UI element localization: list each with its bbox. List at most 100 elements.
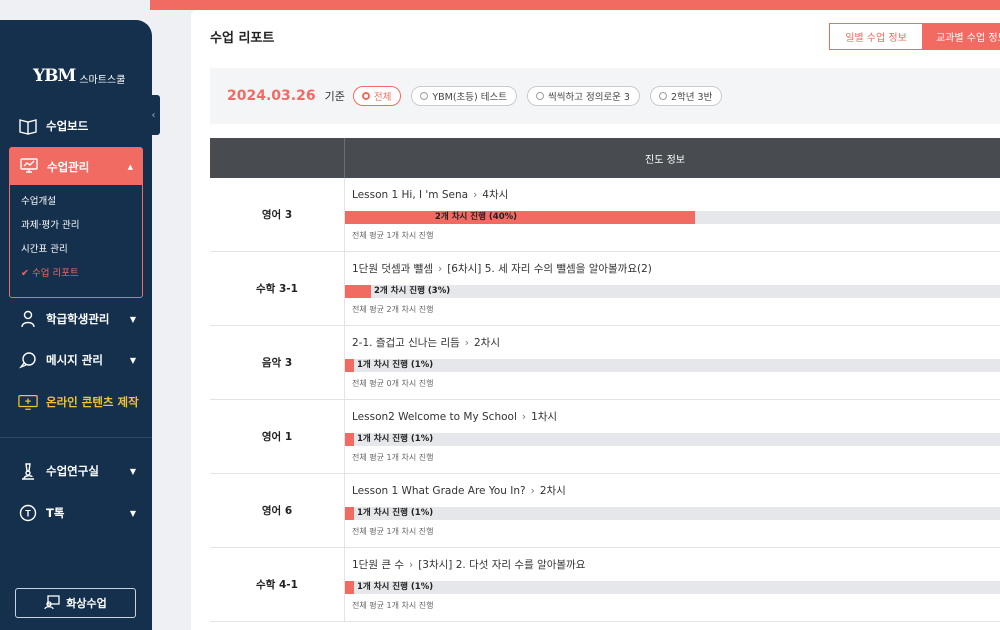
filter-chip-class[interactable]: 씩씩하고 정의로운 3 <box>526 86 640 106</box>
sidebar-item-label: 수업보드 <box>46 119 89 133</box>
progress-bar-fill <box>345 285 371 298</box>
radio-icon <box>658 92 667 100</box>
submenu-item-class-report[interactable]: ✔ 수업 리포트 <box>21 266 142 290</box>
basis-label: 기준 <box>324 90 345 103</box>
header-cell-progress: 진도 정보 <box>645 154 685 166</box>
progress-bar-fill <box>345 507 354 520</box>
check-icon: ✔ <box>21 268 32 279</box>
message-icon <box>18 350 38 370</box>
chevron-left-icon: ‹ <box>151 109 156 121</box>
table-row: 음악 3 2-1. 즐겁고 신나는 리듬 › 2차시 1개 차시 진행 (1%) 전… <box>210 326 1000 400</box>
average-text: 전체 평균 1개 차시 진행 <box>352 231 434 240</box>
logo[interactable]: YBM 스마트스쿨 <box>33 66 125 86</box>
progress-cell: 1단원 덧셈과 뺄셈 › [6차시] 5. 세 자리 수의 뺄셈을 알아볼까요(2)… <box>345 252 1000 325</box>
lesson-session: 2차시 <box>539 485 566 497</box>
chevron-right-icon: › <box>409 559 414 571</box>
lesson-session: 2차시 <box>473 337 500 349</box>
video-class-icon <box>44 594 60 612</box>
lesson-path: Lesson2 Welcome to My School › 1차시 <box>352 409 557 424</box>
subject-cell: 영어 1 <box>210 400 345 473</box>
sidebar-item-class-management[interactable]: 수업관리 ▲ <box>10 148 142 185</box>
progress-bar-fill <box>345 211 695 224</box>
progress-table: 진도 정보 영어 3 Lesson 1 Hi, I 'm Sena › 4차시 2개… <box>210 138 1000 622</box>
chevron-right-icon: › <box>473 189 478 201</box>
progress-label: 1개 차시 진행 (1%) <box>357 434 434 444</box>
svg-text:T: T <box>25 509 31 519</box>
progress-cell: 2-1. 즐겁고 신나는 리듬 › 2차시 1개 차시 진행 (1%) 전체 평균 … <box>345 326 1000 399</box>
progress-label: 2개 차시 진행 (40%) <box>435 212 518 222</box>
table-row: 수학 4-1 1단원 큰 수 › [3차시] 2. 다섯 자리 수를 알아볼까요 1… <box>210 548 1000 622</box>
lesson-title: 2-1. 즐겁고 신나는 리듬 <box>352 337 460 349</box>
sidebar-item-t-talk[interactable]: T T톡 ▼ <box>18 503 136 523</box>
filter-chip-class[interactable]: 2학년 3반 <box>649 86 723 106</box>
progress-label: 1개 차시 진행 (1%) <box>357 360 434 370</box>
filter-bar: 2024.03.26 기준 전체 YBM(초등) 테스트 씩씩하고 정의로운 3… <box>210 68 1000 124</box>
book-icon <box>18 116 38 136</box>
average-text: 전체 평균 2개 차시 진행 <box>352 305 434 314</box>
submenu-item-timetable[interactable]: 시간표 관리 <box>21 242 142 266</box>
progress-bar: 2개 차시 진행 (40%) <box>345 211 1000 224</box>
caret-down-icon: ▼ <box>129 508 136 518</box>
lesson-session: [6차시] 5. 세 자리 수의 뺄셈을 알아볼까요(2) <box>447 263 652 275</box>
chevron-right-icon: › <box>530 485 535 497</box>
lesson-path: 1단원 큰 수 › [3차시] 2. 다섯 자리 수를 알아볼까요 <box>352 557 585 572</box>
chevron-right-icon: › <box>464 337 469 349</box>
progress-cell: 1단원 큰 수 › [3차시] 2. 다섯 자리 수를 알아볼까요 1개 차시 진행… <box>345 548 1000 621</box>
logo-mark: YBM <box>33 66 76 86</box>
chip-label: 2학년 3반 <box>670 92 713 103</box>
average-text: 전체 평균 1개 차시 진행 <box>352 453 434 462</box>
page-title: 수업 리포트 <box>210 31 275 46</box>
table-row: 영어 1 Lesson2 Welcome to My School › 1차시 1개… <box>210 400 1000 474</box>
progress-bar-fill <box>345 581 354 594</box>
sidebar: YBM 스마트스쿨 수업보드 수업관리 ▲ 수업개설 과제·평가 관리 시간표 … <box>0 20 152 630</box>
caret-down-icon: ▼ <box>129 355 136 365</box>
sidebar-item-class-lab[interactable]: 수업연구실 ▼ <box>18 461 136 481</box>
average-text: 전체 평균 1개 차시 진행 <box>352 527 434 536</box>
filter-chip-class[interactable]: YBM(초등) 테스트 <box>411 86 517 106</box>
progress-cell: Lesson 1 What Grade Are You In? › 2차시 1개 차… <box>345 474 1000 547</box>
radio-selected-icon <box>361 92 370 100</box>
progress-label: 2개 차시 진행 (3%) <box>374 286 451 296</box>
tab-daily-info[interactable]: 일별 수업 정보 <box>829 23 923 50</box>
chevron-right-icon: › <box>437 263 443 275</box>
chevron-right-icon: › <box>521 411 527 423</box>
tab-subject-info[interactable]: 교과별 수업 정보 <box>922 23 1000 50</box>
submenu-item-assignment[interactable]: 과제·평가 관리 <box>21 218 142 242</box>
chip-label: 씩씩하고 정의로운 3 <box>547 92 630 103</box>
video-class-label: 화상수업 <box>66 597 107 610</box>
sidebar-item-online-content[interactable]: 온라인 콘텐츠 제작 <box>18 392 148 412</box>
lesson-session: 4차시 <box>482 189 509 201</box>
lesson-title: Lesson2 Welcome to My School <box>352 411 517 423</box>
progress-bar: 1개 차시 진행 (1%) <box>345 581 1000 594</box>
caret-down-icon: ▼ <box>129 314 136 324</box>
filter-chip-all[interactable]: 전체 <box>352 86 402 106</box>
progress-label: 1개 차시 진행 (1%) <box>357 508 434 518</box>
subject-cell: 영어 6 <box>210 474 345 547</box>
submenu-item-label: 수업 리포트 <box>31 268 79 279</box>
monitor-plus-icon <box>18 392 38 412</box>
subject-cell: 영어 3 <box>210 178 345 251</box>
lesson-path: 2-1. 즐겁고 신나는 리듬 › 2차시 <box>352 335 500 350</box>
subject-cell: 수학 4-1 <box>210 548 345 621</box>
lesson-title: 1단원 덧셈과 뺄셈 <box>352 263 433 275</box>
subject-cell: 음악 3 <box>210 326 345 399</box>
lesson-session: 1차시 <box>531 411 558 423</box>
progress-bar-fill <box>345 359 354 372</box>
report-date: 2024.03.26 <box>227 88 316 104</box>
sidebar-item-label: 메시지 관리 <box>46 353 103 367</box>
table-row: 영어 3 Lesson 1 Hi, I 'm Sena › 4차시 2개 차시 진행… <box>210 178 1000 252</box>
sidebar-item-class-board[interactable]: 수업보드 <box>18 116 136 136</box>
sidebar-item-label: 수업연구실 <box>46 464 99 478</box>
sidebar-collapse-button[interactable]: ‹ <box>147 95 160 135</box>
progress-bar: 1개 차시 진행 (1%) <box>345 507 1000 520</box>
progress-bar: 1개 차시 진행 (1%) <box>345 433 1000 446</box>
video-class-button[interactable]: 화상수업 <box>15 588 136 618</box>
student-icon <box>18 309 38 329</box>
caret-up-icon: ▲ <box>127 162 133 171</box>
subject-cell: 수학 3-1 <box>210 252 345 325</box>
sidebar-item-student-management[interactable]: 학급학생관리 ▼ <box>18 309 136 329</box>
submenu-item-class-open[interactable]: 수업개설 <box>21 194 142 218</box>
sidebar-item-message-management[interactable]: 메시지 관리 ▼ <box>18 350 136 370</box>
table-row: 수학 3-1 1단원 덧셈과 뺄셈 › [6차시] 5. 세 자리 수의 뺄셈을 알… <box>210 252 1000 326</box>
lesson-path: Lesson 1 What Grade Are You In? › 2차시 <box>352 483 566 498</box>
